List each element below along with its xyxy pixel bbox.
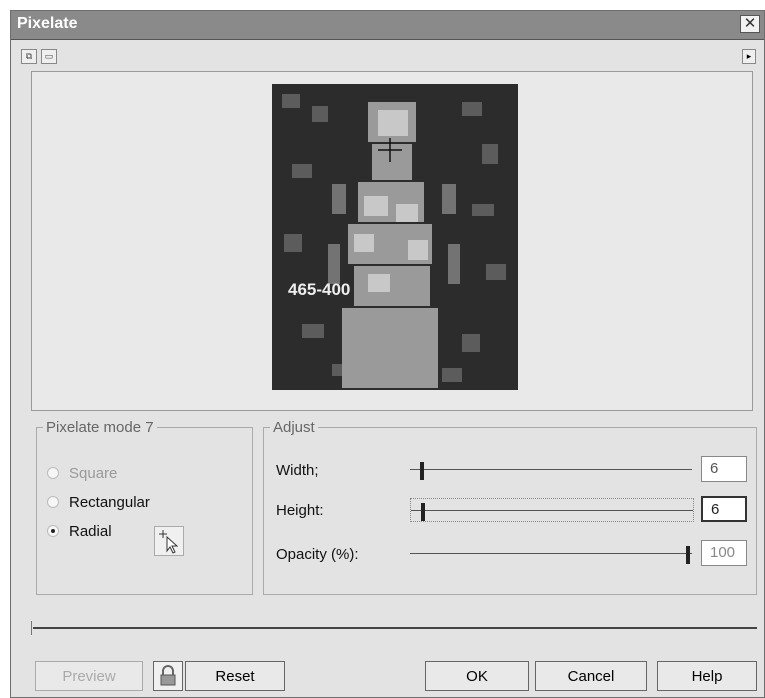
height-value-field[interactable]: 6 <box>701 496 747 522</box>
ok-button[interactable]: OK <box>425 661 529 691</box>
radio-rectangular-indicator[interactable] <box>47 496 59 508</box>
opacity-slider[interactable] <box>410 542 692 564</box>
width-slider-track <box>410 469 692 470</box>
radio-square[interactable]: Square <box>47 462 117 484</box>
radio-rectangular-label: Rectangular <box>69 493 150 511</box>
width-label: Width; <box>276 462 319 479</box>
pointer-picker-icon <box>159 530 179 554</box>
progress-track <box>31 621 757 635</box>
opacity-slider-track <box>410 553 692 554</box>
radio-radial-label: Radial <box>69 522 112 540</box>
lock-icon <box>160 665 176 686</box>
preview-image[interactable]: 465-400 <box>272 84 518 390</box>
crosshair-icon <box>378 138 402 162</box>
pixelate-dialog: Pixelate ✕ ⧉ ▭ ▸ 465-400 Pixelate mode 7… <box>10 10 765 698</box>
height-slider-track <box>411 510 693 511</box>
close-button[interactable]: ✕ <box>740 15 760 33</box>
split-view-icon[interactable]: ▭ <box>41 49 57 64</box>
opacity-label: Opacity (%): <box>276 546 359 563</box>
width-slider-thumb[interactable] <box>420 462 424 480</box>
opacity-value-field[interactable]: 100 <box>701 540 747 566</box>
lock-button[interactable] <box>153 661 183 691</box>
dialog-title: Pixelate <box>17 15 78 32</box>
title-bar: Pixelate ✕ <box>11 11 764 40</box>
pixelate-mode-legend: Pixelate mode 7 <box>46 419 154 436</box>
height-label: Height: <box>276 502 324 519</box>
preview-toggle-icon[interactable]: ⧉ <box>21 49 37 64</box>
pixelate-mode-group: Pixelate mode 7 Square Rectangular Radia… <box>36 419 253 595</box>
height-slider-thumb[interactable] <box>421 503 425 521</box>
help-button[interactable]: Help <box>657 661 757 691</box>
height-slider[interactable] <box>410 498 694 522</box>
radio-radial[interactable]: Radial <box>47 520 112 542</box>
width-slider[interactable] <box>410 458 692 480</box>
preview-button[interactable]: Preview <box>35 661 143 691</box>
arrow-right-icon: ▸ <box>746 51 752 61</box>
cancel-button[interactable]: Cancel <box>535 661 647 691</box>
reset-button[interactable]: Reset <box>185 661 285 691</box>
radio-rectangular[interactable]: Rectangular <box>47 491 150 513</box>
adjust-legend: Adjust <box>273 419 315 436</box>
adjust-group: Adjust Width; 6 Height: 6 Opacity (%): 1… <box>263 419 757 595</box>
pixelated-figure <box>272 84 518 390</box>
coordinate-readout: 465-400 <box>288 280 351 299</box>
radio-square-label: Square <box>69 464 118 482</box>
center-picker-button[interactable] <box>154 526 184 556</box>
expand-arrow-button[interactable]: ▸ <box>742 49 756 64</box>
radio-square-indicator[interactable] <box>47 467 59 479</box>
radio-radial-indicator[interactable] <box>47 525 59 537</box>
close-icon: ✕ <box>743 15 757 32</box>
opacity-slider-thumb[interactable] <box>686 546 690 564</box>
width-value-field[interactable]: 6 <box>701 456 747 482</box>
preview-area[interactable]: 465-400 <box>31 71 753 411</box>
